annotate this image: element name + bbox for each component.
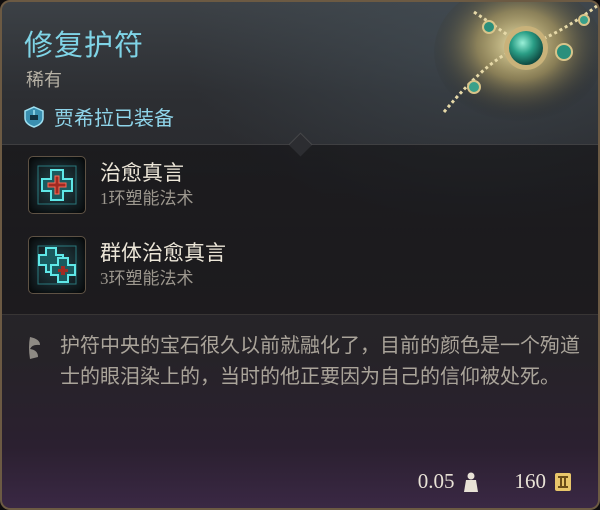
item-stats: 0.05 160	[418, 469, 572, 494]
item-rarity: 稀有	[26, 70, 62, 90]
gold-coin-icon	[555, 472, 571, 491]
equipped-indicator: 贾希拉已装备	[24, 102, 174, 131]
spell-school: 1环塑能法术	[100, 189, 194, 208]
spell-school: 3环塑能法术	[100, 269, 194, 288]
spell-item[interactable]: 治愈真言 1环塑能法术	[28, 154, 194, 216]
spell-name: 治愈真言	[100, 161, 184, 185]
amulet-gem-icon	[434, 2, 598, 122]
item-title: 修复护符	[24, 30, 145, 62]
quill-icon	[29, 337, 40, 359]
mass-healing-word-icon	[28, 236, 86, 294]
spell-name: 群体治愈真言	[100, 241, 226, 265]
description-section: 护符中央的宝石很久以前就融化了，目前的颜色是一个殉道士的眼泪染上的，当时的他正要…	[2, 314, 598, 455]
price-value: 160	[514, 469, 547, 493]
weight-value: 0.05	[417, 469, 455, 493]
weight-icon	[463, 472, 478, 492]
item-description: 护符中央的宝石很久以前就融化了，目前的颜色是一个殉道士的眼泪染上的，当时的他正要…	[60, 335, 580, 388]
helmet-icon	[24, 105, 44, 128]
spell-item[interactable]: 群体治愈真言 3环塑能法术	[28, 234, 226, 296]
item-tooltip: 修复护符 稀有 贾希拉已装备 治愈真言 1环塑能法术 群体治愈真言 3环塑能法术…	[0, 0, 600, 510]
equipped-label: 贾希拉已装备	[54, 108, 174, 130]
healing-word-icon	[28, 156, 86, 214]
